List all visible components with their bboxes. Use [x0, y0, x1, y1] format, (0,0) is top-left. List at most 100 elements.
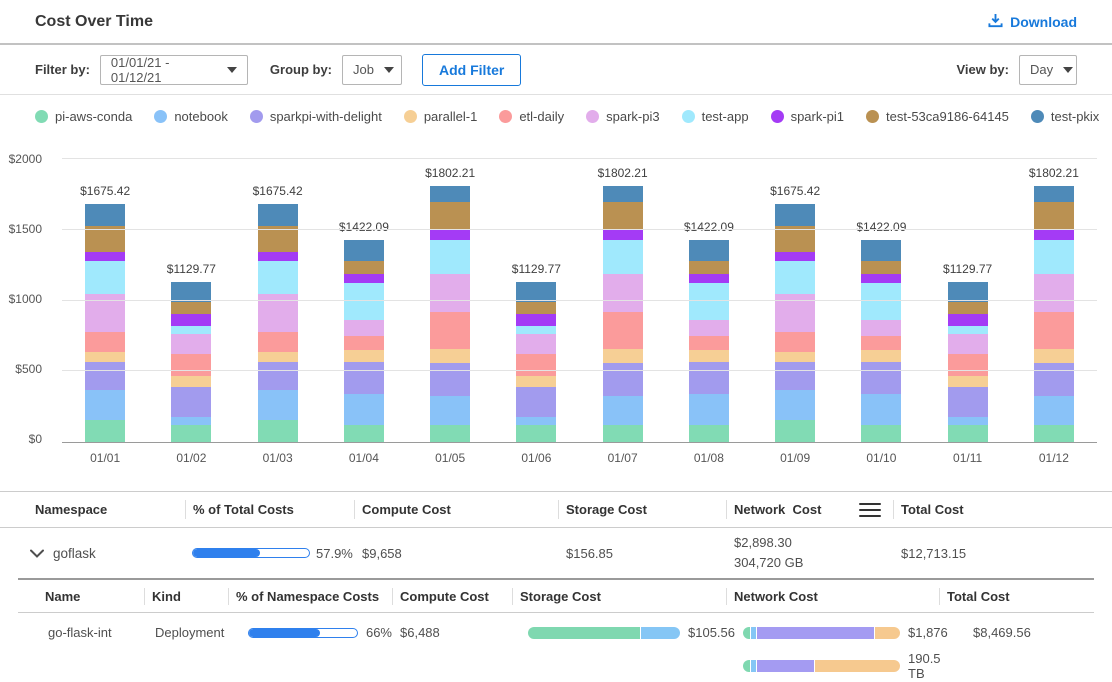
bar-segment-test-app[interactable] — [85, 261, 125, 294]
view-by-select[interactable]: Day — [1019, 55, 1077, 85]
bar-segment-spark-pi1[interactable] — [258, 252, 298, 262]
workload-row-go-flask-int[interactable]: go-flask-int Deployment 66% $6,488 $105.… — [18, 613, 1094, 681]
bar-segment-test-pkix[interactable] — [258, 204, 298, 226]
bar-segment-test-pkix[interactable] — [603, 186, 643, 202]
stacked-bar[interactable] — [1034, 186, 1074, 442]
bar-segment-test-53ca9186-64145[interactable] — [430, 202, 470, 230]
bar-segment-spark-pi1[interactable] — [85, 252, 125, 262]
bar-segment-parallel-1[interactable] — [948, 376, 988, 387]
stacked-bar[interactable] — [516, 282, 556, 442]
group-by-select[interactable]: Job — [342, 55, 402, 85]
bar-segment-pi-aws-conda[interactable] — [603, 425, 643, 442]
bar-segment-spark-pi3[interactable] — [344, 320, 384, 336]
bar-segment-etl-daily[interactable] — [861, 336, 901, 350]
bar-segment-notebook[interactable] — [1034, 396, 1074, 426]
bar-segment-test-pkix[interactable] — [430, 186, 470, 202]
bar-segment-spark-pi1[interactable] — [861, 274, 901, 284]
bar-segment-sparkpi-with-delight[interactable] — [1034, 363, 1074, 396]
bar-segment-spark-pi3[interactable] — [171, 334, 211, 354]
bar-segment-test-53ca9186-64145[interactable] — [603, 202, 643, 230]
bar-segment-test-app[interactable] — [861, 283, 901, 319]
bar-segment-test-app[interactable] — [775, 261, 815, 294]
bar-segment-test-pkix[interactable] — [85, 204, 125, 226]
bar-segment-spark-pi1[interactable] — [344, 274, 384, 284]
bar-segment-spark-pi1[interactable] — [775, 252, 815, 262]
bar-segment-spark-pi1[interactable] — [430, 230, 470, 240]
bar-segment-parallel-1[interactable] — [516, 376, 556, 387]
bar-segment-etl-daily[interactable] — [689, 336, 729, 350]
stacked-bar[interactable] — [603, 186, 643, 442]
bar-segment-etl-daily[interactable] — [344, 336, 384, 350]
bar-segment-notebook[interactable] — [689, 394, 729, 425]
add-filter-button[interactable]: Add Filter — [422, 54, 521, 86]
bar-segment-parallel-1[interactable] — [344, 350, 384, 362]
bar-segment-sparkpi-with-delight[interactable] — [85, 362, 125, 390]
bar-segment-pi-aws-conda[interactable] — [258, 420, 298, 442]
bar-segment-sparkpi-with-delight[interactable] — [948, 387, 988, 417]
bar-segment-test-app[interactable] — [603, 240, 643, 274]
legend-item-spark-pi3[interactable]: spark-pi3 — [586, 109, 659, 124]
namespace-expand-toggle[interactable]: goflask — [18, 546, 185, 561]
bar-segment-pi-aws-conda[interactable] — [775, 420, 815, 442]
legend-item-notebook[interactable]: notebook — [154, 109, 228, 124]
stacked-bar[interactable] — [171, 282, 211, 442]
stacked-bar[interactable] — [689, 240, 729, 442]
bar-segment-parallel-1[interactable] — [689, 350, 729, 362]
bar-segment-parallel-1[interactable] — [775, 352, 815, 362]
bar-segment-notebook[interactable] — [430, 396, 470, 426]
bar-segment-sparkpi-with-delight[interactable] — [689, 362, 729, 393]
bar-segment-parallel-1[interactable] — [258, 352, 298, 362]
bar-segment-parallel-1[interactable] — [603, 349, 643, 362]
bar-segment-sparkpi-with-delight[interactable] — [171, 387, 211, 417]
legend-item-test-app[interactable]: test-app — [682, 109, 749, 124]
legend-item-pi-aws-conda[interactable]: pi-aws-conda — [35, 109, 132, 124]
bar-segment-sparkpi-with-delight[interactable] — [775, 362, 815, 390]
stacked-bar[interactable] — [258, 204, 298, 442]
bar-segment-spark-pi3[interactable] — [948, 334, 988, 354]
bar-segment-etl-daily[interactable] — [603, 312, 643, 349]
bar-segment-sparkpi-with-delight[interactable] — [344, 362, 384, 393]
bar-segment-etl-daily[interactable] — [948, 354, 988, 376]
bar-segment-parallel-1[interactable] — [1034, 349, 1074, 362]
bar-segment-spark-pi3[interactable] — [430, 274, 470, 312]
bar-segment-pi-aws-conda[interactable] — [344, 425, 384, 442]
bar-segment-etl-daily[interactable] — [516, 354, 556, 376]
bar-segment-etl-daily[interactable] — [430, 312, 470, 349]
bar-segment-spark-pi3[interactable] — [689, 320, 729, 336]
stacked-bar[interactable] — [85, 204, 125, 442]
bar-segment-test-app[interactable] — [516, 326, 556, 334]
bar-segment-pi-aws-conda[interactable] — [430, 425, 470, 442]
bar-segment-test-app[interactable] — [689, 283, 729, 319]
bar-segment-spark-pi1[interactable] — [516, 314, 556, 326]
column-settings-icon[interactable] — [859, 503, 881, 517]
bar-segment-test-53ca9186-64145[interactable] — [948, 302, 988, 315]
bar-segment-etl-daily[interactable] — [258, 332, 298, 352]
bar-segment-etl-daily[interactable] — [85, 332, 125, 352]
bar-segment-spark-pi1[interactable] — [689, 274, 729, 284]
bar-segment-notebook[interactable] — [603, 396, 643, 426]
bar-segment-test-53ca9186-64145[interactable] — [516, 302, 556, 315]
bar-segment-etl-daily[interactable] — [171, 354, 211, 376]
bar-segment-pi-aws-conda[interactable] — [1034, 425, 1074, 442]
bar-segment-notebook[interactable] — [516, 417, 556, 425]
bar-segment-test-53ca9186-64145[interactable] — [344, 261, 384, 274]
bar-segment-parallel-1[interactable] — [85, 352, 125, 362]
bar-segment-notebook[interactable] — [85, 390, 125, 420]
download-button[interactable]: Download — [988, 13, 1077, 31]
stacked-bar[interactable] — [775, 204, 815, 442]
bar-segment-test-pkix[interactable] — [775, 204, 815, 226]
bar-segment-test-app[interactable] — [1034, 240, 1074, 274]
bar-segment-pi-aws-conda[interactable] — [171, 425, 211, 442]
bar-segment-spark-pi1[interactable] — [948, 314, 988, 326]
bar-segment-notebook[interactable] — [775, 390, 815, 420]
bar-segment-pi-aws-conda[interactable] — [948, 425, 988, 442]
bar-segment-test-pkix[interactable] — [689, 240, 729, 261]
stacked-bar[interactable] — [861, 240, 901, 442]
bar-segment-parallel-1[interactable] — [171, 376, 211, 387]
bar-segment-pi-aws-conda[interactable] — [516, 425, 556, 442]
bar-segment-etl-daily[interactable] — [1034, 312, 1074, 349]
bar-segment-test-app[interactable] — [171, 326, 211, 334]
bar-segment-test-app[interactable] — [430, 240, 470, 274]
stacked-bar[interactable] — [430, 186, 470, 442]
bar-segment-test-app[interactable] — [948, 326, 988, 334]
